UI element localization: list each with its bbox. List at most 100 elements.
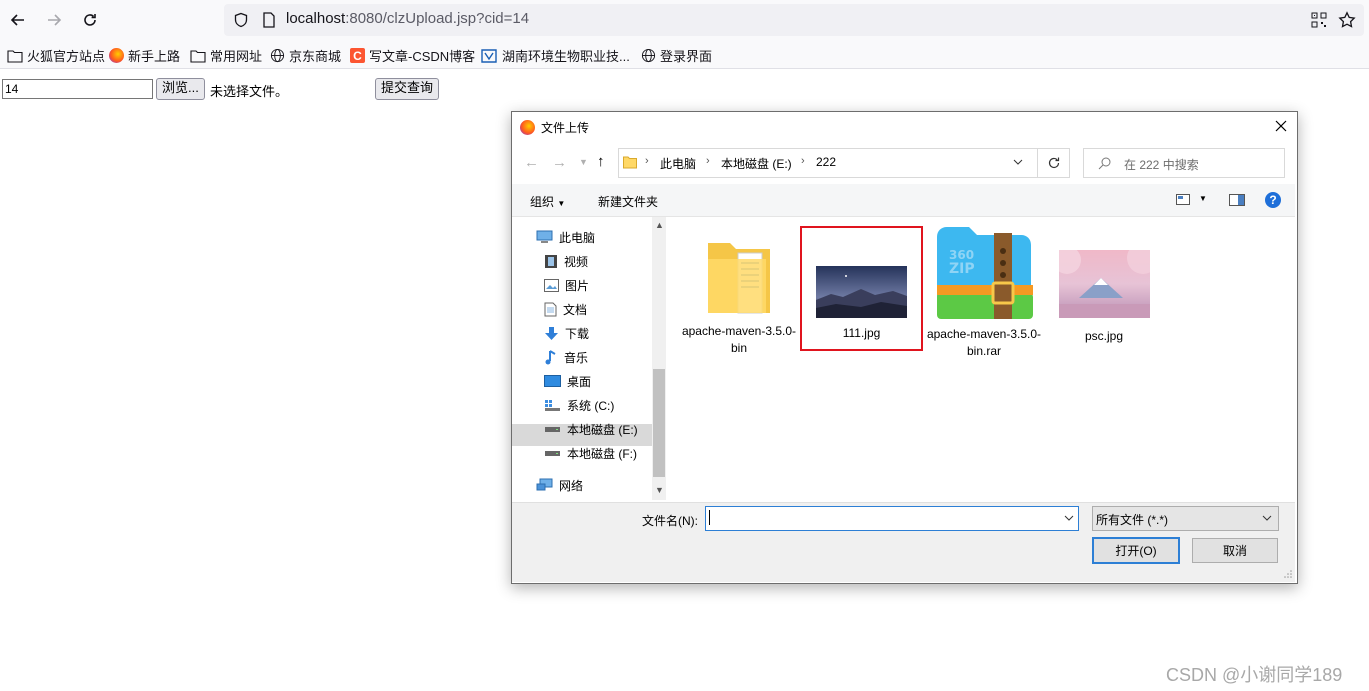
- firefox-icon: [109, 48, 124, 63]
- svg-text:360: 360: [949, 248, 974, 262]
- preview-pane-icon[interactable]: [1229, 194, 1245, 206]
- chevron-down-icon: [1262, 515, 1272, 521]
- up-button[interactable]: ↑: [597, 153, 605, 170]
- divider: [1037, 149, 1038, 177]
- view-options-icon[interactable]: [1176, 194, 1190, 205]
- resize-grip-icon[interactable]: [1283, 569, 1293, 579]
- text-cursor: [709, 510, 710, 525]
- star-bookmark-icon[interactable]: [1338, 11, 1356, 29]
- dialog-footer: 文件名(N): 所有文件 (*.*) 打开(O) 取消: [512, 502, 1295, 582]
- back-arrow-icon: [10, 14, 24, 26]
- browse-button[interactable]: 浏览...: [156, 78, 205, 100]
- nav-label: 系统 (C:): [567, 398, 615, 413]
- nav-item-network[interactable]: 网络: [536, 474, 583, 496]
- refresh-icon[interactable]: [1047, 156, 1061, 170]
- file-item[interactable]: psc.jpg: [1044, 242, 1164, 345]
- no-file-label: 未选择文件。: [210, 84, 289, 99]
- search-placeholder: 在 222 中搜索: [1124, 158, 1199, 172]
- bookmark-label: 新手上路: [128, 49, 181, 64]
- scroll-up-icon[interactable]: ▲: [655, 220, 664, 230]
- drive-icon: [545, 450, 560, 456]
- breadcrumb-item[interactable]: 此电脑: [660, 155, 696, 172]
- network-icon: [536, 478, 553, 490]
- scroll-thumb[interactable]: [653, 369, 665, 477]
- url-text[interactable]: localhost:8080/clzUpload.jsp?cid=14: [286, 10, 529, 27]
- bookmark-label: 常用网址: [210, 49, 263, 64]
- bookmark-item[interactable]: 常用网址: [190, 46, 262, 65]
- submit-button[interactable]: 提交查询: [375, 78, 440, 100]
- system-drive-icon: [545, 399, 560, 411]
- bookmark-item[interactable]: 火狐官方站点: [7, 46, 105, 65]
- url-host: localhost: [286, 10, 346, 27]
- drive-icon: [545, 426, 560, 432]
- close-button[interactable]: [1269, 115, 1293, 137]
- file-list: apache-maven-3.5.0-bin 111.jpg 360 ZIP a…: [666, 217, 1295, 500]
- filename-label: 文件名(N):: [642, 514, 698, 528]
- scroll-down-icon[interactable]: ▼: [655, 485, 664, 495]
- bookmark-item[interactable]: 登录界面: [641, 46, 712, 65]
- recent-locations-button[interactable]: ▼: [579, 157, 588, 167]
- bookmark-item[interactable]: 新手上路: [109, 46, 180, 65]
- filename-input[interactable]: [705, 506, 1079, 531]
- file-item[interactable]: 360 ZIP apache-maven-3.5.0-bin.rar: [924, 223, 1044, 360]
- bookmark-item[interactable]: 京东商城: [270, 46, 341, 65]
- cid-input[interactable]: 14: [2, 79, 153, 99]
- chevron-down-icon[interactable]: [1013, 159, 1023, 167]
- globe-icon: [270, 48, 285, 63]
- nav-item-desktop[interactable]: 桌面: [544, 370, 591, 392]
- view-dropdown-icon[interactable]: ▼: [1199, 194, 1207, 203]
- nav-label: 图片: [565, 278, 590, 293]
- computer-icon: [536, 230, 553, 243]
- nav-item-pictures[interactable]: 图片: [544, 274, 589, 296]
- nav-label: 音乐: [564, 350, 589, 365]
- nav-item-downloads[interactable]: 下载: [544, 322, 589, 344]
- nav-item-drive-e[interactable]: 本地磁盘 (E:): [544, 418, 638, 440]
- new-folder-button[interactable]: 新建文件夹: [598, 193, 658, 210]
- nav-scrollbar[interactable]: ▲ ▼: [652, 217, 666, 500]
- address-bar[interactable]: › 此电脑 › 本地磁盘 (E:) › 222: [618, 148, 1070, 178]
- video-icon: [545, 254, 557, 268]
- page-icon[interactable]: [262, 12, 276, 28]
- bookmark-label: 京东商城: [289, 49, 342, 64]
- file-upload-dialog: 文件上传 ← → ▼ ↑ › 此电脑 › 本地磁盘 (E:) › 222 在 2…: [511, 111, 1298, 584]
- nav-item-documents[interactable]: 文档: [544, 298, 587, 320]
- nav-item-music[interactable]: 音乐: [544, 346, 588, 368]
- filetype-select[interactable]: 所有文件 (*.*): [1092, 506, 1279, 531]
- image-thumbnail: [1052, 242, 1159, 318]
- qr-code-icon[interactable]: [1311, 12, 1327, 28]
- organize-button[interactable]: 组织 ▼: [530, 193, 565, 210]
- bookmark-label: 湖南环境生物职业技...: [502, 49, 630, 64]
- nav-item-drive-f[interactable]: 本地磁盘 (F:): [544, 442, 637, 464]
- bookmark-item[interactable]: C 写文章-CSDN博客: [350, 46, 475, 65]
- watermark: CSDN @小谢同学189: [1166, 665, 1343, 685]
- nav-item-drive-c[interactable]: 系统 (C:): [544, 394, 614, 416]
- desktop-icon: [544, 374, 561, 387]
- forward-button[interactable]: [40, 6, 68, 34]
- dialog-forward-button[interactable]: →: [552, 154, 567, 171]
- url-path: :8080/clzUpload.jsp?cid=14: [345, 10, 530, 27]
- document-icon: [544, 302, 557, 316]
- bookmark-label: 火狐官方站点: [27, 49, 106, 64]
- breadcrumb-item[interactable]: 本地磁盘 (E:): [721, 155, 792, 172]
- filetype-value: 所有文件 (*.*): [1096, 513, 1169, 527]
- nav-label: 桌面: [567, 374, 592, 389]
- file-item-selected[interactable]: 111.jpg: [800, 226, 923, 351]
- dialog-back-button[interactable]: ←: [524, 154, 539, 171]
- search-icon: [1098, 157, 1111, 170]
- file-item[interactable]: apache-maven-3.5.0-bin: [679, 231, 799, 357]
- open-button[interactable]: 打开(O): [1092, 537, 1180, 564]
- reload-button[interactable]: [76, 6, 104, 34]
- svg-text:ZIP: ZIP: [949, 261, 975, 277]
- chevron-down-icon[interactable]: [1064, 515, 1074, 523]
- shield-icon[interactable]: [233, 12, 249, 28]
- back-button[interactable]: [4, 6, 32, 34]
- bookmark-item[interactable]: 湖南环境生物职业技...: [480, 46, 630, 65]
- search-box[interactable]: 在 222 中搜索: [1083, 148, 1285, 178]
- nav-item-this-pc[interactable]: 此电脑: [536, 226, 595, 248]
- breadcrumb-separator: ›: [645, 155, 649, 167]
- help-icon[interactable]: ?: [1265, 192, 1281, 208]
- nav-item-videos[interactable]: 视频: [544, 250, 588, 272]
- image-thumbnail: [816, 266, 907, 318]
- cancel-button[interactable]: 取消: [1192, 538, 1278, 563]
- breadcrumb-item[interactable]: 222: [816, 155, 836, 169]
